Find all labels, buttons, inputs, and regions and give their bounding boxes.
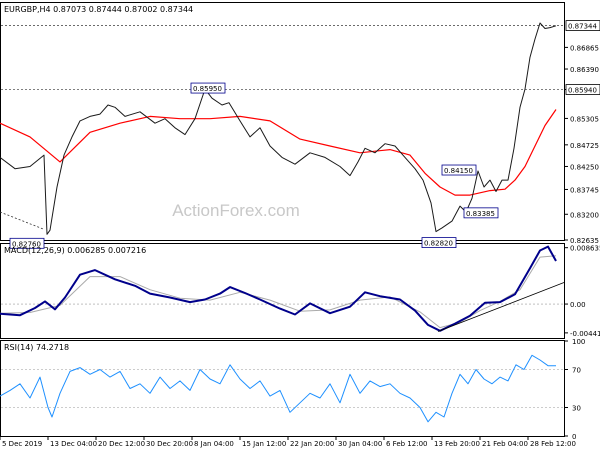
macd-y-tick-label: 0.00 xyxy=(570,301,586,309)
macd-panel-title: MACD(12,26,9) 0.006285 0.007216 xyxy=(4,246,146,255)
x-tick-label: 6 Feb 12:00 xyxy=(386,440,427,448)
price-hline-label: 0.87344 xyxy=(568,23,597,31)
chart-canvas: ActionForex.com 0.86865 0.86390 0.85940 0.8… xyxy=(0,2,600,448)
x-tick-label: 15 Jan 12:00 xyxy=(242,440,286,448)
x-tick-label: 5 Dec 2019 xyxy=(2,440,42,448)
price-y-tick-label: 0.83745 xyxy=(570,186,599,194)
price-y-tick-label: 0.84725 xyxy=(570,142,599,150)
rsi-panel-frame xyxy=(0,340,565,437)
price-y-tick-label: 0.83200 xyxy=(570,211,599,219)
level-label: 0.84150 xyxy=(444,167,473,175)
x-tick-label: 22 Jan 20:00 xyxy=(290,440,334,448)
x-tick-label: 13 Feb 20:00 xyxy=(434,440,480,448)
price-y-tick-label: 0.84250 xyxy=(570,163,599,171)
price-y-tick-label: 0.86865 xyxy=(570,44,599,52)
level-label: 0.83385 xyxy=(466,210,495,218)
x-tick-label: 30 Dec 20:00 xyxy=(146,440,193,448)
price-y-tick-label: 0.86390 xyxy=(570,66,599,74)
x-axis: 5 Dec 2019 13 Dec 04:00 20 Dec 12:00 30 Dec… xyxy=(0,436,576,448)
rsi-y-tick-label: 30 xyxy=(572,405,581,413)
macd-panel-frame xyxy=(0,243,565,339)
price-hline-label: 0.85940 xyxy=(568,87,597,95)
x-tick-label: 28 Feb 12:00 xyxy=(530,440,576,448)
level-label: 0.85950 xyxy=(193,85,222,93)
price-y-tick-label: 0.85305 xyxy=(570,115,599,123)
rsi-y-tick-label: 70 xyxy=(572,367,581,375)
macd-y-tick-label: -0.004415 xyxy=(570,330,600,338)
macd-y-tick-label: 0.008635 xyxy=(570,245,600,253)
watermark: ActionForex.com xyxy=(172,201,300,220)
level-label: 0.82820 xyxy=(424,240,453,248)
x-tick-label: 8 Jan 04:00 xyxy=(194,440,234,448)
rsi-panel-title: RSI(14) 74.2718 xyxy=(4,343,69,352)
chart-root: ActionForex.com 0.86865 0.86390 0.85940 0.8… xyxy=(0,0,600,450)
x-tick-label: 30 Jan 04:00 xyxy=(338,440,382,448)
price-panel-title: EURGBP,H4 0.87073 0.87444 0.87002 0.8734… xyxy=(4,5,193,14)
x-tick-label: 21 Feb 04:00 xyxy=(482,440,528,448)
rsi-y-tick-label: 100 xyxy=(572,338,585,346)
x-tick-label: 20 Dec 12:00 xyxy=(98,440,145,448)
x-tick-label: 13 Dec 04:00 xyxy=(50,440,97,448)
